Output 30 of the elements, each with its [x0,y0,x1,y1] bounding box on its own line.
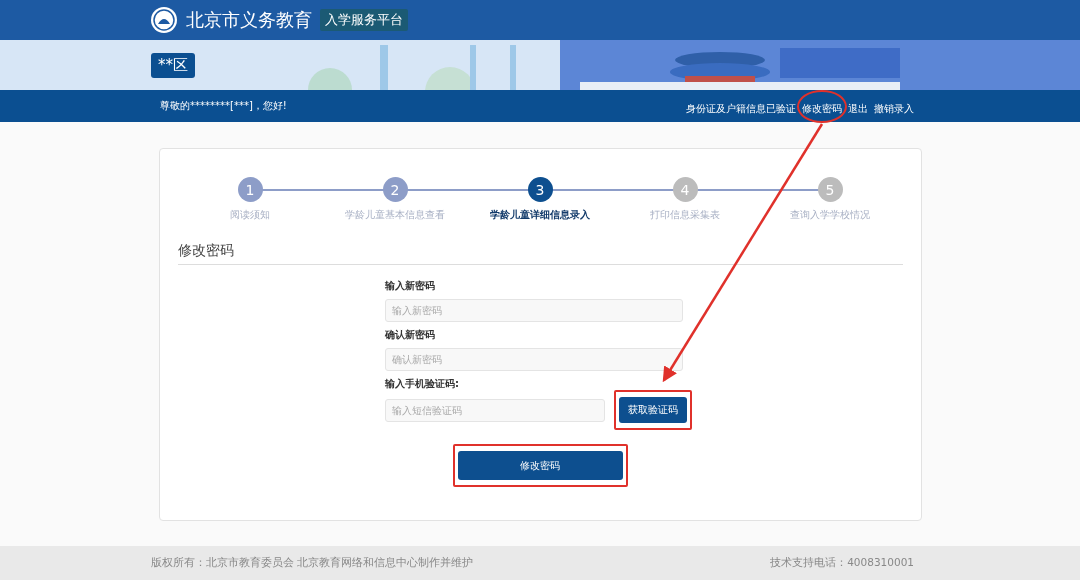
platform-title: 入学服务平台 [320,9,408,31]
get-code-button[interactable]: 获取验证码 [619,397,687,423]
greeting-text: 尊敬的********[***]，您好! [160,99,287,113]
step-number: 2 [382,177,408,202]
step-number: 3 [527,177,553,202]
nav-link[interactable]: 退出 [848,102,868,114]
district-badge: **区 [151,52,195,78]
nav-link[interactable]: 身份证及户籍信息已验证 [686,102,796,114]
input-field[interactable]: 输入新密码 [385,299,683,322]
logo-icon [150,6,178,34]
step-label: 打印信息采集表 [650,208,720,222]
nav-link[interactable]: 修改密码 [802,102,842,114]
step-number: 1 [237,177,263,202]
nav-link[interactable]: 撤销录入 [874,102,914,114]
field-label: 确认新密码 [385,328,436,342]
site-title: 北京市义务教育 [186,8,312,32]
input-field[interactable]: 确认新密码 [385,348,683,371]
field-label: 输入手机验证码: [385,377,460,391]
step-label: 学龄儿童详细信息录入 [490,208,590,222]
copyright-text: 版权所有：北京市教育委员会 北京教育网络和信息中心制作并维护 [151,556,474,570]
input-field[interactable]: 输入短信验证码 [385,398,605,422]
step-number: 4 [672,177,698,202]
step-label: 学龄儿童基本信息查看 [345,208,445,222]
submit-button[interactable]: 修改密码 [457,451,623,480]
field-label: 输入新密码 [385,279,436,293]
step-number: 5 [817,177,843,202]
support-phone: 技术支持电话：4008310001 [770,556,914,570]
step-label: 查询入学学校情况 [790,208,870,222]
form-title: 修改密码 [177,242,903,265]
step-label: 阅读须知 [230,208,270,222]
